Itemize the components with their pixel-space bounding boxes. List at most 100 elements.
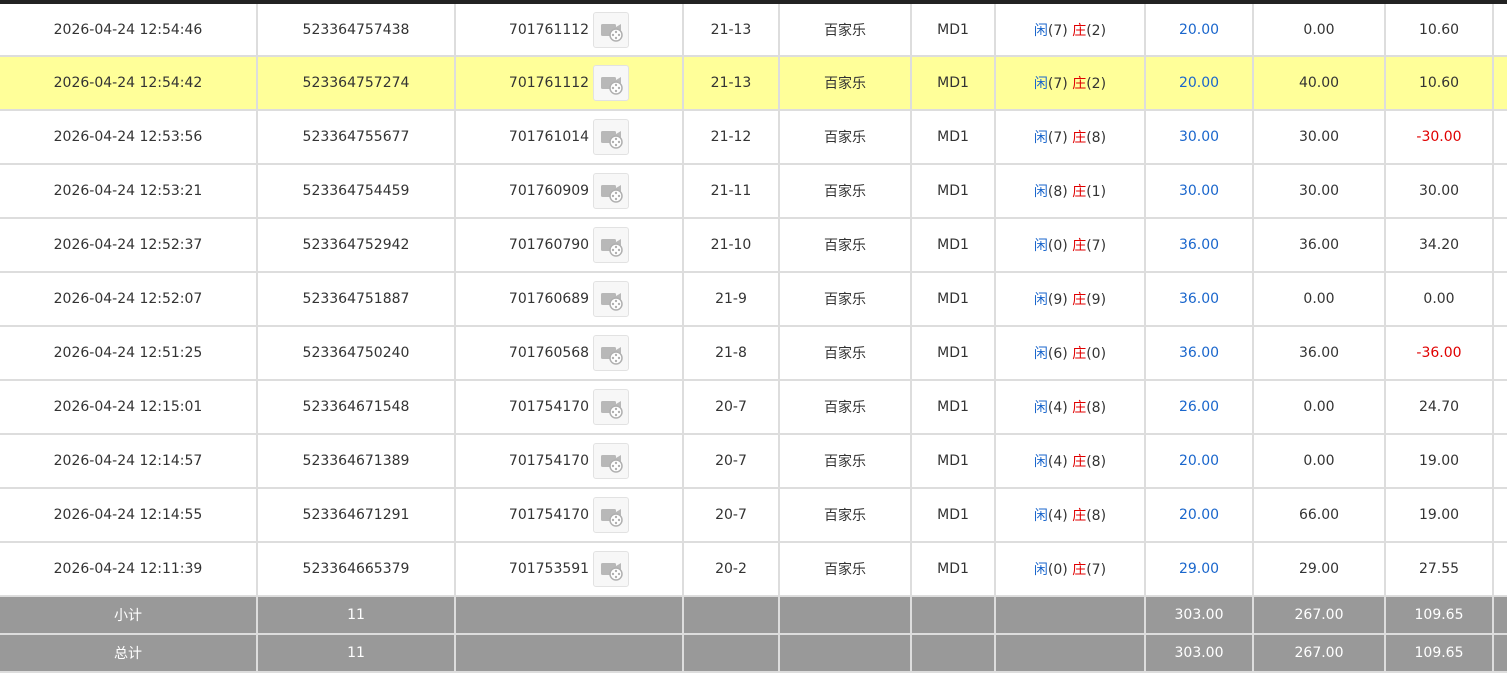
banker-label: 庄 xyxy=(1072,76,1087,92)
replay-button[interactable] xyxy=(593,11,630,48)
table-code: MD1 xyxy=(910,326,995,381)
bet-time: 2026-04-24 12:52:37 xyxy=(0,218,257,273)
bet-time: 2026-04-24 12:51:25 xyxy=(0,326,257,381)
game-type: 百家乐 xyxy=(778,488,911,543)
film-reel-replay-icon xyxy=(601,293,623,311)
shoe-hand: 20-7 xyxy=(682,380,779,435)
total-win: 109.65 xyxy=(1384,634,1493,673)
total-bet: 303.00 xyxy=(1144,634,1253,673)
table-row: 2026-04-24 12:53:21 523364754459 7017609… xyxy=(0,164,1507,219)
film-reel-replay-icon xyxy=(601,455,623,473)
player-score: (9) xyxy=(1047,292,1068,308)
table-row: 2026-04-24 12:53:56 523364755677 7017610… xyxy=(0,110,1507,165)
bet-time: 2026-04-24 12:54:46 xyxy=(0,4,257,57)
player-label: 闲 xyxy=(1033,184,1048,200)
trailing-cell xyxy=(1492,164,1507,219)
film-reel-replay-icon xyxy=(601,563,623,581)
replay-button[interactable] xyxy=(593,119,630,155)
banker-score: (8) xyxy=(1086,454,1107,470)
player-label: 闲 xyxy=(1033,130,1048,146)
round-cell: 701754170 xyxy=(454,380,683,435)
bet-time: 2026-04-24 12:15:01 xyxy=(0,380,257,435)
bet-amount: 20.00 xyxy=(1144,488,1253,543)
table-code: MD1 xyxy=(910,272,995,327)
player-score: (4) xyxy=(1047,508,1068,524)
table-row: 2026-04-24 12:52:37 523364752942 7017607… xyxy=(0,218,1507,273)
film-reel-replay-icon xyxy=(601,131,623,149)
player-label: 闲 xyxy=(1033,238,1048,254)
player-label: 闲 xyxy=(1033,76,1048,92)
banker-score: (9) xyxy=(1086,292,1107,308)
banker-label: 庄 xyxy=(1072,22,1087,39)
result-cell: 闲(4) 庄(8) xyxy=(994,434,1145,489)
round-number: 701754170 xyxy=(508,453,590,469)
bet-time: 2026-04-24 12:53:21 xyxy=(0,164,257,219)
win-amount: 0.00 xyxy=(1384,272,1493,327)
bet-id: 523364665379 xyxy=(256,542,455,597)
replay-button[interactable] xyxy=(593,389,630,425)
subtotal-row: 小计 11 303.00 267.00 109.65 xyxy=(0,596,1507,635)
round-number: 701754170 xyxy=(508,399,590,415)
bet-time: 2026-04-24 12:14:57 xyxy=(0,434,257,489)
shoe-hand: 20-7 xyxy=(682,434,779,489)
bet-id: 523364754459 xyxy=(256,164,455,219)
result-cell: 闲(8) 庄(1) xyxy=(994,164,1145,219)
replay-button[interactable] xyxy=(593,497,630,533)
valid-amount: 29.00 xyxy=(1252,542,1385,597)
film-reel-replay-icon xyxy=(601,401,623,419)
banker-score: (1) xyxy=(1086,184,1107,200)
replay-button[interactable] xyxy=(593,173,630,209)
bet-time: 2026-04-24 12:54:42 xyxy=(0,56,257,111)
valid-amount: 66.00 xyxy=(1252,488,1385,543)
table-code: MD1 xyxy=(910,380,995,435)
trailing-cell xyxy=(1492,4,1507,57)
win-amount: 19.00 xyxy=(1384,488,1493,543)
banker-score: (2) xyxy=(1086,76,1107,92)
total-valid: 267.00 xyxy=(1252,634,1385,673)
bet-amount: 20.00 xyxy=(1144,4,1253,57)
game-type: 百家乐 xyxy=(778,326,911,381)
bet-id: 523364750240 xyxy=(256,326,455,381)
round-cell: 701754170 xyxy=(454,488,683,543)
game-type: 百家乐 xyxy=(778,56,911,111)
player-label: 闲 xyxy=(1033,22,1048,39)
table-row: 2026-04-24 12:51:25 523364750240 7017605… xyxy=(0,326,1507,381)
round-cell: 701753591 xyxy=(454,542,683,597)
game-type: 百家乐 xyxy=(778,110,911,165)
banker-score: (7) xyxy=(1086,238,1107,254)
bet-amount: 26.00 xyxy=(1144,380,1253,435)
shoe-hand: 21-8 xyxy=(682,326,779,381)
banker-label: 庄 xyxy=(1072,238,1087,254)
film-reel-replay-icon xyxy=(601,347,623,365)
film-reel-replay-icon xyxy=(601,23,623,42)
result-cell: 闲(0) 庄(7) xyxy=(994,218,1145,273)
table-code: MD1 xyxy=(910,488,995,543)
valid-amount: 40.00 xyxy=(1252,56,1385,111)
subtotal-bet: 303.00 xyxy=(1144,596,1253,635)
banker-score: (8) xyxy=(1086,130,1107,146)
replay-button[interactable] xyxy=(593,227,630,263)
player-label: 闲 xyxy=(1033,454,1048,470)
round-number: 701754170 xyxy=(508,507,590,523)
replay-button[interactable] xyxy=(593,65,630,101)
table-row: 2026-04-24 12:54:42 523364757274 7017611… xyxy=(0,56,1507,111)
result-cell: 闲(4) 庄(8) xyxy=(994,488,1145,543)
game-type: 百家乐 xyxy=(778,380,911,435)
valid-amount: 36.00 xyxy=(1252,326,1385,381)
replay-button[interactable] xyxy=(593,551,630,587)
bet-id: 523364757438 xyxy=(256,4,455,57)
win-amount: -36.00 xyxy=(1384,326,1493,381)
game-type: 百家乐 xyxy=(778,218,911,273)
table-row: 2026-04-24 12:14:57 523364671389 7017541… xyxy=(0,434,1507,489)
game-type: 百家乐 xyxy=(778,4,911,57)
result-cell: 闲(9) 庄(9) xyxy=(994,272,1145,327)
round-number: 701760909 xyxy=(508,183,590,199)
round-number: 701761112 xyxy=(508,75,590,91)
replay-button[interactable] xyxy=(593,443,630,479)
replay-button[interactable] xyxy=(593,281,630,317)
player-score: (4) xyxy=(1047,454,1068,470)
table-row: 2026-04-24 12:54:46 523364757438 7017611… xyxy=(0,4,1507,57)
trailing-cell xyxy=(1492,272,1507,327)
replay-button[interactable] xyxy=(593,335,630,371)
result-cell: 闲(7) 庄(2) xyxy=(994,56,1145,111)
